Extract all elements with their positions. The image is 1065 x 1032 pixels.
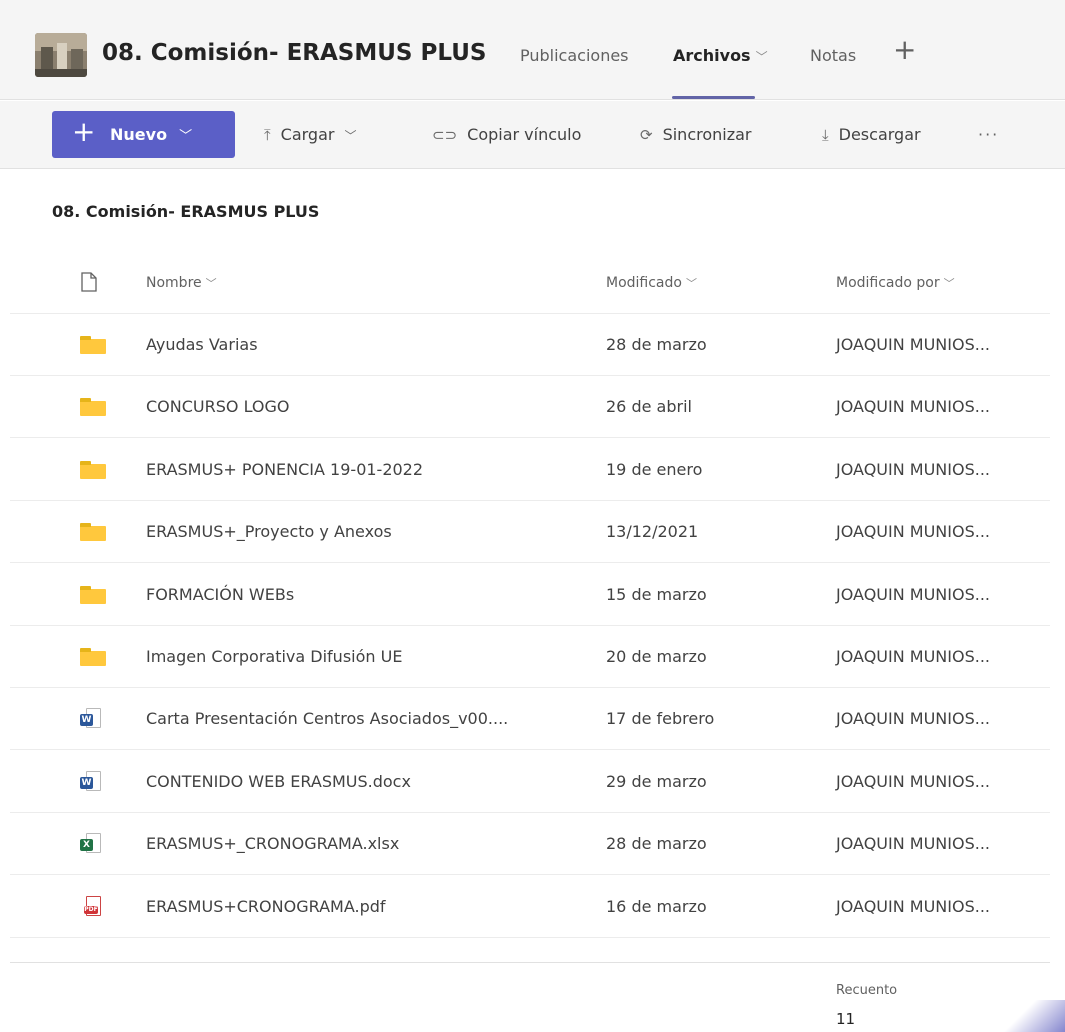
file-modified: 28 de marzo: [606, 335, 707, 354]
download-label: Descargar: [838, 125, 921, 144]
file-modified: 20 de marzo: [606, 647, 707, 666]
file-modified: 19 de enero: [606, 460, 703, 479]
file-name[interactable]: ERASMUS+_Proyecto y Anexos: [146, 501, 392, 563]
table-row[interactable]: FORMACIÓN WEBs 15 de marzo JOAQUIN MUNIOS.…: [10, 564, 1050, 626]
file-icon-cell: [80, 376, 110, 438]
file-modified: 13/12/2021: [606, 522, 699, 541]
plus-icon[interactable]: +: [893, 36, 916, 64]
table-row[interactable]: Imagen Corporativa Difusión UE 20 de marz…: [10, 626, 1050, 688]
list-footer: Recuento 11: [10, 962, 1050, 1032]
word-file-icon: W: [80, 771, 102, 793]
upload-label: Cargar: [280, 125, 335, 144]
excel-file-icon: X: [80, 833, 102, 855]
more-options-button[interactable]: ···: [978, 125, 999, 144]
new-button[interactable]: + Nuevo ﹀: [52, 111, 235, 158]
sync-label: Sincronizar: [662, 125, 752, 144]
file-modified: 28 de marzo: [606, 834, 707, 853]
folder-icon: [80, 461, 106, 479]
download-icon: ⤓: [822, 126, 829, 144]
file-name[interactable]: Imagen Corporativa Difusión UE: [146, 626, 402, 688]
file-modified: 26 de abril: [606, 397, 692, 416]
sync-button[interactable]: ⟳ Sincronizar: [640, 125, 752, 144]
tab-files[interactable]: Archivos ﹀: [673, 46, 768, 65]
file-icon-cell: [80, 501, 110, 563]
upload-icon: ⤒: [264, 126, 271, 144]
count-value: 11: [836, 1010, 856, 1028]
folder-icon: [80, 398, 106, 416]
folder-icon: [80, 648, 106, 666]
active-tab-indicator: [672, 96, 755, 99]
word-file-icon: W: [80, 708, 102, 730]
file-icon-cell: PDF: [80, 876, 110, 938]
channel-header: 08. Comisión- ERASMUS PLUS Publicaciones…: [0, 0, 1065, 100]
tab-files-label: Archivos: [673, 46, 751, 65]
list-header: Nombre ﹀ Modificado ﹀ Modificado por ﹀: [10, 252, 1050, 314]
file-name[interactable]: ERASMUS+CRONOGRAMA.pdf: [146, 876, 386, 938]
table-row[interactable]: X ERASMUS+_CRONOGRAMA.xlsx 28 de marzo JOAQ…: [10, 813, 1050, 875]
copy-link-button[interactable]: ⊂⊃ Copiar vínculo: [432, 125, 581, 144]
file-icon-cell: [80, 314, 110, 376]
download-button[interactable]: ⤓ Descargar: [822, 125, 921, 144]
file-name[interactable]: ERASMUS+ PONENCIA 19-01-2022: [146, 439, 423, 501]
modified-column-header[interactable]: Modificado ﹀: [606, 252, 697, 314]
file-type-column-header[interactable]: [80, 252, 110, 314]
file-name[interactable]: FORMACIÓN WEBs: [146, 564, 294, 626]
file-modified-by: JOAQUIN MUNIOS...: [836, 709, 990, 728]
file-icon-cell: W: [80, 688, 110, 750]
file-modified-by: JOAQUIN MUNIOS...: [836, 897, 990, 916]
tab-notes[interactable]: Notas: [810, 46, 856, 65]
folder-icon: [80, 336, 106, 354]
chevron-down-icon: ﹀: [344, 129, 357, 143]
file-modified: 29 de marzo: [606, 772, 707, 791]
table-row[interactable]: PDF ERASMUS+CRONOGRAMA.pdf 16 de marzo JOAQ…: [10, 876, 1050, 938]
files-toolbar: + Nuevo ﹀ ⤒ Cargar ﹀ ⊂⊃ Copiar vínculo ⟳ Sinc…: [0, 101, 1065, 169]
upload-button[interactable]: ⤒ Cargar ﹀: [264, 125, 356, 144]
table-row[interactable]: ERASMUS+ PONENCIA 19-01-2022 19 de enero J…: [10, 439, 1050, 501]
file-modified-by: JOAQUIN MUNIOS...: [836, 585, 990, 604]
table-row[interactable]: Ayudas Varias 28 de marzo JOAQUIN MUNIOS..…: [10, 314, 1050, 376]
team-avatar[interactable]: [35, 33, 87, 77]
file-modified: 17 de febrero: [606, 709, 715, 728]
file-modified-by: JOAQUIN MUNIOS...: [836, 834, 990, 853]
file-modified-by: JOAQUIN MUNIOS...: [836, 522, 990, 541]
folder-icon: [80, 586, 106, 604]
file-name[interactable]: ERASMUS+_CRONOGRAMA.xlsx: [146, 813, 399, 875]
chevron-down-icon: ﹀: [755, 50, 768, 64]
pdf-file-icon: PDF: [80, 896, 102, 918]
table-row[interactable]: W Carta Presentación Centros Asociados_v0…: [10, 688, 1050, 750]
file-name[interactable]: CONTENIDO WEB ERASMUS.docx: [146, 751, 411, 813]
file-modified-by: JOAQUIN MUNIOS...: [836, 647, 990, 666]
table-row[interactable]: ERASMUS+_Proyecto y Anexos 13/12/2021 JOAQ…: [10, 501, 1050, 563]
file-modified-by: JOAQUIN MUNIOS...: [836, 772, 990, 791]
file-name[interactable]: CONCURSO LOGO: [146, 376, 290, 438]
file-name[interactable]: Carta Presentación Centros Asociados_v00…: [146, 688, 508, 750]
file-icon-cell: [80, 564, 110, 626]
file-icon: [81, 272, 97, 292]
file-icon-cell: [80, 439, 110, 501]
folder-icon: [80, 523, 106, 541]
file-modified-by: JOAQUIN MUNIOS...: [836, 460, 990, 479]
file-modified: 16 de marzo: [606, 897, 707, 916]
plus-icon: +: [72, 115, 96, 148]
file-name[interactable]: Ayudas Varias: [146, 314, 258, 376]
file-modified: 15 de marzo: [606, 585, 707, 604]
table-row[interactable]: W CONTENIDO WEB ERASMUS.docx 29 de marzo JO…: [10, 751, 1050, 813]
team-title: 08. Comisión- ERASMUS PLUS: [102, 40, 487, 66]
new-button-label: Nuevo ﹀: [110, 125, 193, 144]
table-row[interactable]: CONCURSO LOGO 26 de abril JOAQUIN MUNIOS..…: [10, 376, 1050, 438]
file-icon-cell: [80, 626, 110, 688]
copy-link-label: Copiar vínculo: [467, 125, 582, 144]
file-icon-cell: W: [80, 751, 110, 813]
sync-icon: ⟳: [640, 126, 653, 144]
modified-by-column-header[interactable]: Modificado por ﹀: [836, 252, 955, 314]
name-column-header[interactable]: Nombre ﹀: [146, 252, 217, 314]
decorative-corner: [985, 1000, 1065, 1032]
file-icon-cell: X: [80, 813, 110, 875]
breadcrumb: 08. Comisión- ERASMUS PLUS: [52, 202, 320, 221]
tab-posts[interactable]: Publicaciones: [520, 46, 629, 65]
file-modified-by: JOAQUIN MUNIOS...: [836, 335, 990, 354]
file-modified-by: JOAQUIN MUNIOS...: [836, 397, 990, 416]
count-label: Recuento: [836, 983, 898, 998]
link-icon: ⊂⊃: [432, 126, 458, 144]
